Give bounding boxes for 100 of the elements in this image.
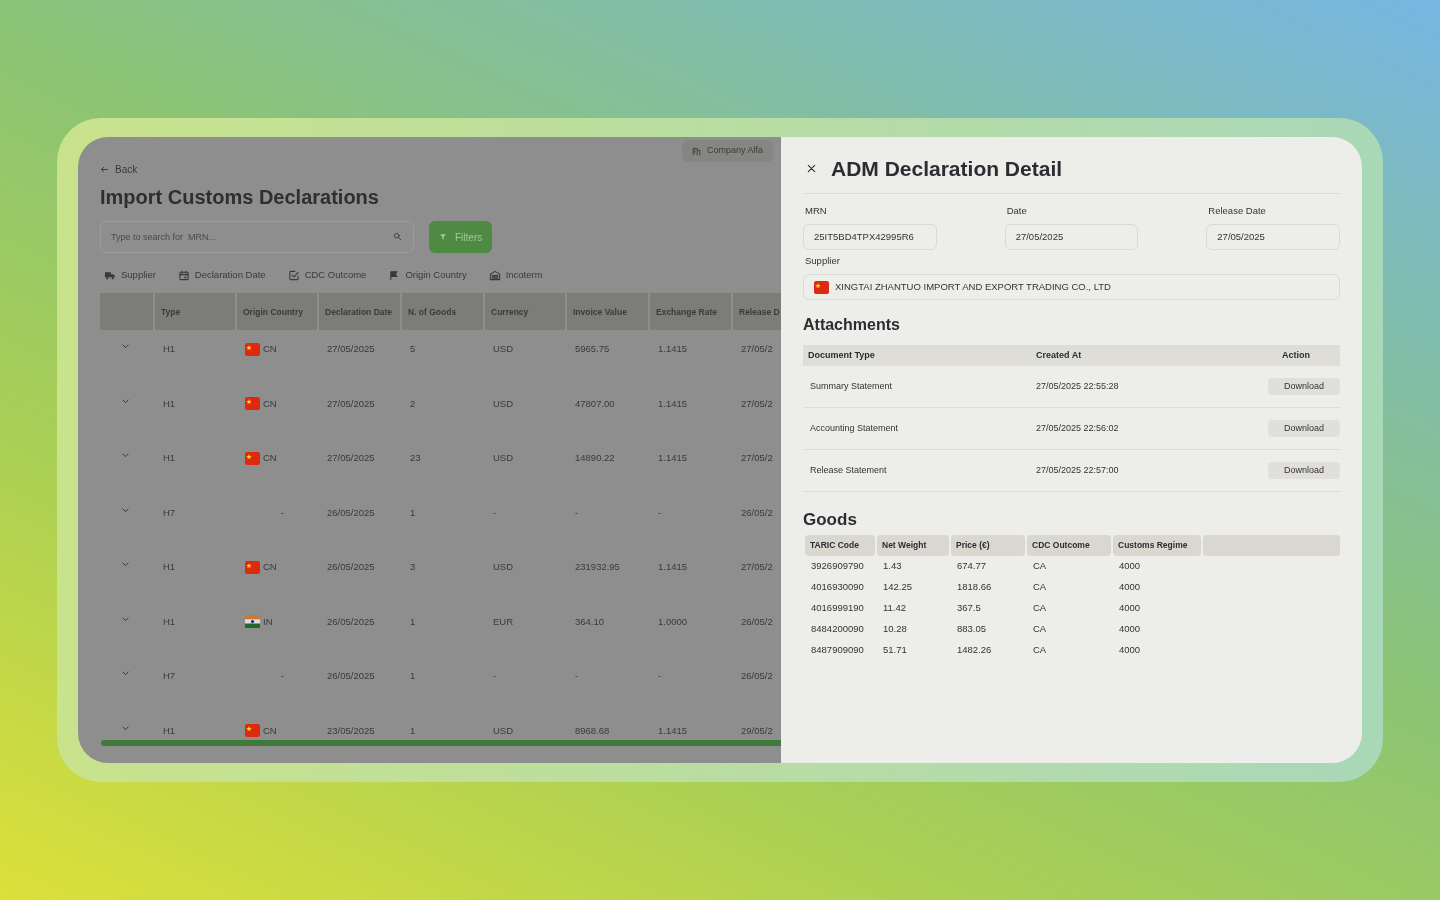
- warehouse-icon: [488, 269, 501, 281]
- table-cell-text: 11.42: [882, 600, 908, 615]
- field-label: Supplier: [805, 253, 841, 268]
- table-cell: H7: [163, 669, 176, 684]
- table-cell: 231932.95: [575, 560, 620, 575]
- table-cell: 23/05/2025: [327, 723, 375, 738]
- filter-chip[interactable]: Declaration Date: [177, 268, 266, 283]
- column-header: Customs Regime: [1113, 534, 1201, 556]
- section-heading: Goods: [803, 509, 858, 531]
- filter-chip[interactable]: Incoterm: [488, 268, 543, 283]
- table-cell-text: CA: [1032, 600, 1048, 615]
- table-cell: IN: [263, 614, 273, 629]
- table-cell: 1: [410, 669, 416, 684]
- column-header: Action: [1282, 348, 1311, 362]
- chevron-down-icon: [120, 505, 131, 515]
- table-cell: 26/05/2: [741, 614, 773, 629]
- table-cell: 27/05/2025: [327, 451, 375, 466]
- table-cell: H1: [163, 396, 176, 411]
- table-cell-text: 1818.66: [956, 579, 993, 594]
- table-cell: 1.0000: [658, 614, 688, 629]
- scrollbar[interactable]: [101, 740, 781, 746]
- table-cell: USD: [493, 396, 514, 411]
- table-cell: 26/05/2025: [327, 505, 375, 520]
- filters-button[interactable]: Filters: [429, 221, 493, 253]
- table-cell: CN: [263, 723, 277, 738]
- table-cell: -: [280, 669, 284, 684]
- calendar-icon: [177, 269, 190, 281]
- table-cell: 23: [410, 451, 421, 466]
- table-cell: 1.1415: [658, 560, 688, 575]
- chevron-down-icon: [120, 723, 131, 733]
- table-cell-text: CA: [1032, 579, 1048, 594]
- filter-chip[interactable]: CDC Outcome: [287, 268, 367, 283]
- table-cell-text: 4000: [1118, 642, 1142, 657]
- table-cell: -: [575, 669, 579, 684]
- table-cell: -: [493, 669, 497, 684]
- table-cell-text: 4000: [1118, 558, 1142, 573]
- column-header: Declaration Date: [319, 293, 402, 331]
- table-cell: H1: [163, 451, 176, 466]
- table-cell: CN: [263, 342, 277, 357]
- table-cell: 1: [410, 505, 416, 520]
- table-cell: 29/05/2: [741, 723, 773, 738]
- table-cell: 2: [410, 396, 416, 411]
- flag-icon: [245, 451, 260, 465]
- chevron-down-icon: [120, 396, 131, 406]
- download-button[interactable]: Download: [1268, 420, 1340, 437]
- filter-chip[interactable]: Origin Country: [388, 268, 467, 283]
- table-cell: 27/05/2: [741, 451, 773, 466]
- table-cell: 27/05/2: [741, 396, 773, 411]
- table-cell-text: 27/05/2025 22:57:00: [1036, 463, 1120, 477]
- table-cell-text: 8487909090: [810, 642, 865, 657]
- table-cell-text: CA: [1032, 642, 1048, 657]
- section-heading: Attachments: [803, 315, 901, 335]
- table-cell-text: 27/05/2025 22:55:28: [1036, 379, 1120, 393]
- column-header: Net Weight: [877, 534, 949, 556]
- column-header: Price (€): [951, 534, 1025, 556]
- table-cell-text: 4000: [1118, 621, 1142, 636]
- table-cell-text: CA: [1032, 621, 1048, 636]
- table-cell: 1.1415: [658, 396, 688, 411]
- table-cell: CN: [263, 560, 277, 575]
- table-cell: 27/05/2025: [327, 342, 375, 357]
- flag-icon: [388, 269, 401, 281]
- column-header: N. of Goods: [402, 293, 485, 331]
- table-cell: -: [658, 669, 662, 684]
- table-cell: 1.1415: [658, 451, 688, 466]
- table-cell: 1.1415: [658, 342, 688, 357]
- input-field[interactable]: 25IT5BD4TPX42995R6: [803, 223, 937, 250]
- table-cell: H1: [163, 723, 176, 738]
- table-cell-text: CA: [1032, 558, 1048, 573]
- table-cell-text: 883.05: [956, 621, 988, 636]
- table-cell: 27/05/2: [741, 342, 773, 357]
- download-button[interactable]: Download: [1268, 462, 1340, 479]
- company-switcher[interactable]: Company Alfa: [681, 140, 773, 162]
- flag-icon: [814, 280, 829, 294]
- table-cell: 14890.22: [575, 451, 615, 466]
- table-cell: 26/05/2025: [327, 614, 375, 629]
- field-label: MRN: [805, 203, 828, 218]
- filter-chip[interactable]: Supplier: [104, 268, 156, 283]
- input-field[interactable]: XINGTAI ZHANTUO IMPORT AND EXPORT TRADING CO., LTD: [803, 274, 1340, 300]
- back-link[interactable]: Back: [100, 162, 138, 177]
- table-cell-text: Accounting Statement: [809, 421, 900, 435]
- close-icon: [806, 163, 817, 175]
- table-cell: 5965.75: [575, 342, 610, 357]
- download-button[interactable]: Download: [1268, 378, 1340, 395]
- column-header: Document Type: [807, 348, 876, 362]
- table-cell-text: 3926909790: [810, 558, 865, 573]
- table-cell: EUR: [493, 614, 514, 629]
- search-field[interactable]: Type to search for MRN...: [100, 221, 414, 253]
- table-cell: 26/05/2025: [327, 669, 375, 684]
- table-cell: -: [493, 505, 497, 520]
- input-field[interactable]: 27/05/2025: [1004, 223, 1139, 250]
- column-header: Release D: [733, 293, 781, 331]
- table-cell-text: 1.43: [882, 558, 903, 573]
- column-header: TARIC Code: [805, 534, 875, 556]
- table-cell: 26/05/2: [741, 505, 773, 520]
- panel-title: ADM Declaration Detail: [831, 156, 1063, 182]
- table-cell-text: 8484200090: [810, 621, 865, 636]
- checklist-icon: [287, 269, 300, 281]
- input-field[interactable]: 27/05/2025: [1206, 223, 1340, 250]
- flag-icon: [245, 615, 260, 629]
- truck-icon: [104, 269, 116, 281]
